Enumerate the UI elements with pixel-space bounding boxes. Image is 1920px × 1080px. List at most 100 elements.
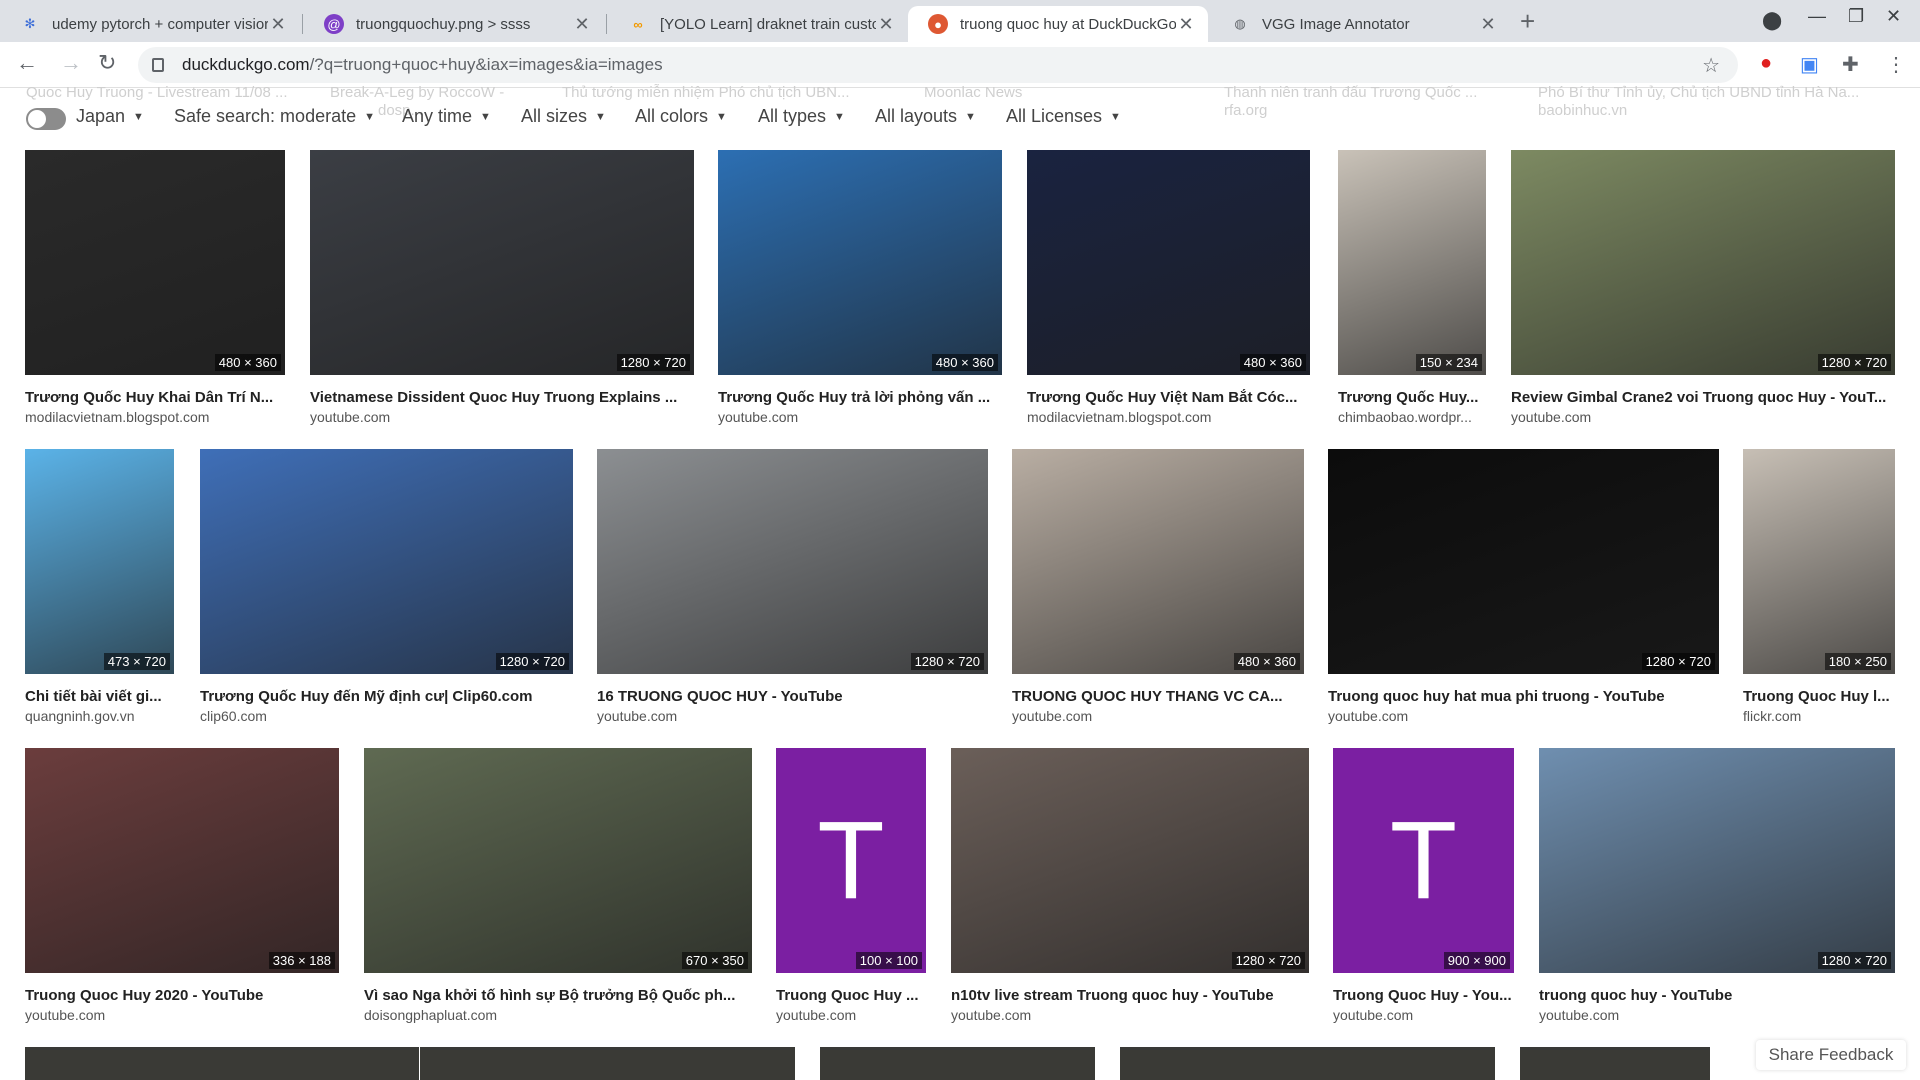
extensions-puzzle-icon[interactable]: ✚ — [1842, 52, 1859, 77]
license-filter[interactable]: All Licenses ▼ — [1006, 106, 1121, 127]
result-thumbnail[interactable]: 1280 × 720 — [597, 449, 988, 674]
result-title[interactable]: Truong quoc huy hat mua phi truong - You… — [1328, 688, 1719, 705]
result-thumbnail[interactable]: 1280 × 720 — [1539, 748, 1895, 973]
result-card[interactable]: 180 × 250 Truong Quoc Huy l... flickr.com — [1743, 449, 1895, 734]
result-thumbnail[interactable]: 1280 × 720 — [951, 748, 1309, 973]
result-source[interactable]: youtube.com — [25, 1007, 339, 1023]
translate-extension-icon[interactable]: ▣ — [1800, 52, 1819, 77]
tab-udemy[interactable]: ✻ udemy pytorch + computer visior ✕ — [0, 6, 300, 42]
result-card[interactable]: 1280 × 720 truong quoc huy - YouTube youtu… — [1539, 748, 1895, 1033]
result-source[interactable]: youtube.com — [1012, 708, 1304, 724]
result-card[interactable]: 1280 × 720 n10tv live stream Truong quoc … — [951, 748, 1309, 1033]
result-source[interactable]: flickr.com — [1743, 708, 1895, 724]
result-thumbnail[interactable]: 480 × 360 — [718, 150, 1002, 375]
region-toggle[interactable] — [26, 108, 66, 130]
result-title[interactable]: Truong Quoc Huy 2020 - YouTube — [25, 987, 339, 1004]
result-title[interactable]: TRUONG QUOC HUY THANG VC CA... — [1012, 688, 1304, 705]
result-card[interactable]: 473 × 720 Chi tiết bài viết gi... quangnin… — [25, 449, 174, 734]
result-source[interactable]: youtube.com — [1511, 409, 1895, 425]
result-thumbnail[interactable]: 180 × 250 — [1743, 449, 1895, 674]
result-title[interactable]: Vietnamese Dissident Quoc Huy Truong Exp… — [310, 389, 694, 406]
result-title[interactable]: Truong Quoc Huy - You... — [1333, 987, 1514, 1004]
result-title[interactable]: n10tv live stream Truong quoc huy - YouT… — [951, 987, 1309, 1004]
result-card[interactable]: 480 × 360 Trương Quốc Huy trả lời phỏng v… — [718, 150, 1002, 435]
result-title[interactable]: truong quoc huy - YouTube — [1539, 987, 1895, 1004]
result-title[interactable]: Trương Quốc Huy... — [1338, 389, 1486, 406]
result-thumbnail-partial[interactable] — [1520, 1047, 1710, 1080]
new-tab-button[interactable]: + — [1520, 6, 1535, 37]
restore-button[interactable]: ❐ — [1848, 6, 1864, 27]
result-thumbnail[interactable]: 1280 × 720 — [310, 150, 694, 375]
close-window-button[interactable]: ✕ — [1886, 6, 1901, 27]
result-title[interactable]: Truong Quoc Huy l... — [1743, 688, 1895, 705]
result-source[interactable]: youtube.com — [718, 409, 1002, 425]
result-source[interactable]: chimbaobao.wordpr... — [1338, 409, 1486, 425]
result-thumbnail[interactable]: 480 × 360 — [25, 150, 285, 375]
result-source[interactable]: modilacvietnam.blogspot.com — [1027, 409, 1310, 425]
result-card[interactable]: 480 × 360 Trương Quốc Huy Khai Dân Trí N.… — [25, 150, 285, 435]
tab-duckduckgo[interactable]: ● truong quoc huy at DuckDuckGo ✕ — [908, 6, 1208, 42]
lock-icon[interactable] — [152, 58, 164, 72]
close-icon[interactable]: ✕ — [1176, 14, 1196, 35]
result-title[interactable]: Trương Quốc Huy Khai Dân Trí N... — [25, 389, 285, 406]
close-icon[interactable]: ✕ — [876, 14, 896, 35]
result-thumbnail[interactable]: 473 × 720 — [25, 449, 174, 674]
close-icon[interactable]: ✕ — [1478, 14, 1498, 35]
result-thumbnail-partial[interactable] — [1120, 1047, 1495, 1080]
result-source[interactable]: youtube.com — [951, 1007, 1309, 1023]
result-source[interactable]: youtube.com — [1333, 1007, 1514, 1023]
size-filter[interactable]: All sizes ▼ — [521, 106, 606, 127]
close-icon[interactable]: ✕ — [572, 14, 592, 35]
safe-search-filter[interactable]: Safe search: moderate ▼ — [174, 106, 375, 127]
result-thumbnail[interactable]: 480 × 360 — [1027, 150, 1310, 375]
result-title[interactable]: 16 TRUONG QUOC HUY - YouTube — [597, 688, 988, 705]
result-title[interactable]: Review Gimbal Crane2 voi Truong quoc Huy… — [1511, 389, 1895, 406]
address-bar[interactable]: duckduckgo.com/?q=truong+quoc+huy&iax=im… — [138, 47, 1738, 83]
result-source[interactable]: youtube.com — [597, 708, 988, 724]
browser-menu-icon[interactable]: ⋮ — [1886, 52, 1906, 77]
result-title[interactable]: Vì sao Nga khởi tố hình sự Bộ trưởng Bộ … — [364, 987, 752, 1004]
result-thumbnail[interactable]: T 900 × 900 — [1333, 748, 1514, 973]
result-thumbnail-partial[interactable] — [820, 1047, 1095, 1080]
result-card[interactable]: 1280 × 720 Vietnamese Dissident Quoc Huy … — [310, 150, 694, 435]
tab-truongquochuy-png[interactable]: @ truongquochuy.png > ssss ✕ — [304, 6, 604, 42]
result-thumbnail[interactable]: 670 × 350 — [364, 748, 752, 973]
share-feedback-button[interactable]: Share Feedback — [1756, 1040, 1906, 1070]
result-thumbnail[interactable]: 336 × 188 — [25, 748, 339, 973]
result-title[interactable]: Chi tiết bài viết gi... — [25, 688, 174, 705]
result-card[interactable]: 1280 × 720 Review Gimbal Crane2 voi Truon… — [1511, 150, 1895, 435]
result-thumbnail[interactable]: 480 × 360 — [1012, 449, 1304, 674]
tab-vgg-annotator[interactable]: ◍ VGG Image Annotator ✕ — [1210, 6, 1510, 42]
result-source[interactable]: youtube.com — [1328, 708, 1719, 724]
result-source[interactable]: modilacvietnam.blogspot.com — [25, 409, 285, 425]
tab-search-icon[interactable]: ⬤ — [1762, 10, 1782, 31]
result-card[interactable]: 480 × 360 Trương Quốc Huy Việt Nam Bắt Có… — [1027, 150, 1310, 435]
time-filter[interactable]: Any time ▼ — [402, 106, 491, 127]
result-card[interactable]: 1280 × 720 16 TRUONG QUOC HUY - YouTube yo… — [597, 449, 988, 734]
region-filter[interactable]: Japan ▼ — [76, 106, 144, 127]
bookmark-star-icon[interactable]: ☆ — [1702, 53, 1720, 78]
back-icon[interactable]: ← — [16, 50, 38, 76]
result-thumbnail[interactable]: T 100 × 100 — [776, 748, 926, 973]
result-card[interactable]: 336 × 188 Truong Quoc Huy 2020 - YouTube y… — [25, 748, 339, 1033]
result-card[interactable]: 670 × 350 Vì sao Nga khởi tố hình sự Bộ t… — [364, 748, 752, 1033]
result-source[interactable]: youtube.com — [310, 409, 694, 425]
result-title[interactable]: Truong Quoc Huy ... — [776, 987, 926, 1004]
result-card[interactable]: T 900 × 900 Truong Quoc Huy - You... youtub… — [1333, 748, 1514, 1033]
color-filter[interactable]: All colors ▼ — [635, 106, 727, 127]
result-thumbnail[interactable]: 1280 × 720 — [1511, 150, 1895, 375]
result-card[interactable]: 1280 × 720 Truong quoc huy hat mua phi tr… — [1328, 449, 1719, 734]
result-thumbnail-partial[interactable] — [25, 1047, 419, 1080]
result-source[interactable]: youtube.com — [776, 1007, 926, 1023]
tab-yolo-learn[interactable]: ∞ [YOLO Learn] draknet train custo ✕ — [608, 6, 908, 42]
result-thumbnail[interactable]: 150 × 234 — [1338, 150, 1486, 375]
close-icon[interactable]: ✕ — [268, 14, 288, 35]
result-title[interactable]: Trương Quốc Huy trả lời phỏng vấn ... — [718, 389, 1002, 406]
result-source[interactable]: clip60.com — [200, 708, 573, 724]
result-title[interactable]: Trương Quốc Huy Việt Nam Bắt Cóc... — [1027, 389, 1310, 406]
result-title[interactable]: Trương Quốc Huy đến Mỹ định cư| Clip60.c… — [200, 688, 573, 705]
forward-icon[interactable]: → — [60, 50, 82, 76]
minimize-button[interactable]: — — [1808, 6, 1826, 27]
result-thumbnail[interactable]: 1280 × 720 — [200, 449, 573, 674]
result-source[interactable]: youtube.com — [1539, 1007, 1895, 1023]
